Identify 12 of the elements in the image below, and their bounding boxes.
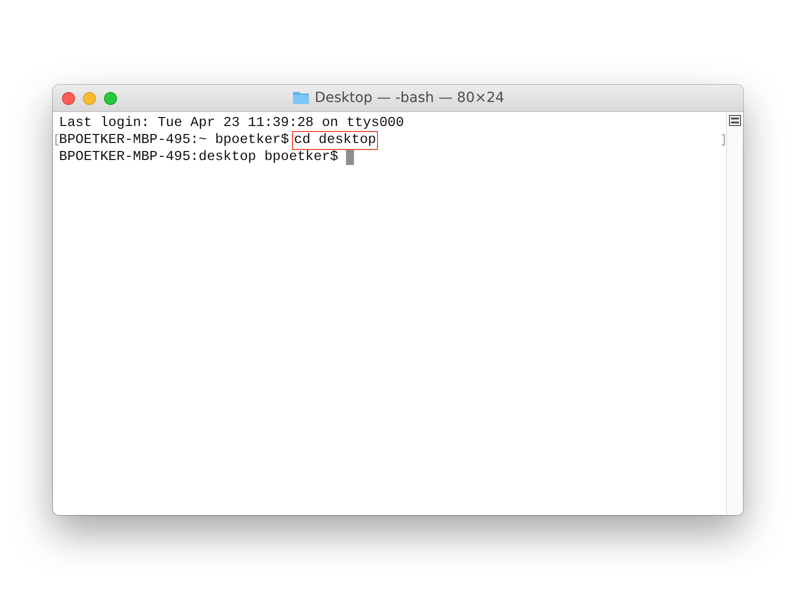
close-button[interactable] [62, 92, 75, 104]
folder-icon [292, 91, 310, 105]
minimize-button[interactable] [83, 92, 96, 104]
split-pane-icon[interactable] [729, 115, 741, 126]
line-mark: [ [53, 132, 60, 149]
window-title: Desktop — -bash — 80×24 [314, 90, 504, 106]
zoom-button[interactable] [104, 92, 117, 104]
terminal-text: BPOETKER-MBP-495:~ bpoetker$ [59, 132, 289, 149]
terminal-text: Last login: Tue Apr 23 11:39:28 on ttys000 [59, 115, 404, 132]
line-mark: ] [720, 132, 728, 149]
terminal-text: BPOETKER-MBP-495:desktop bpoetker$ [59, 149, 338, 166]
highlighted-command: cd desktop [293, 132, 378, 149]
